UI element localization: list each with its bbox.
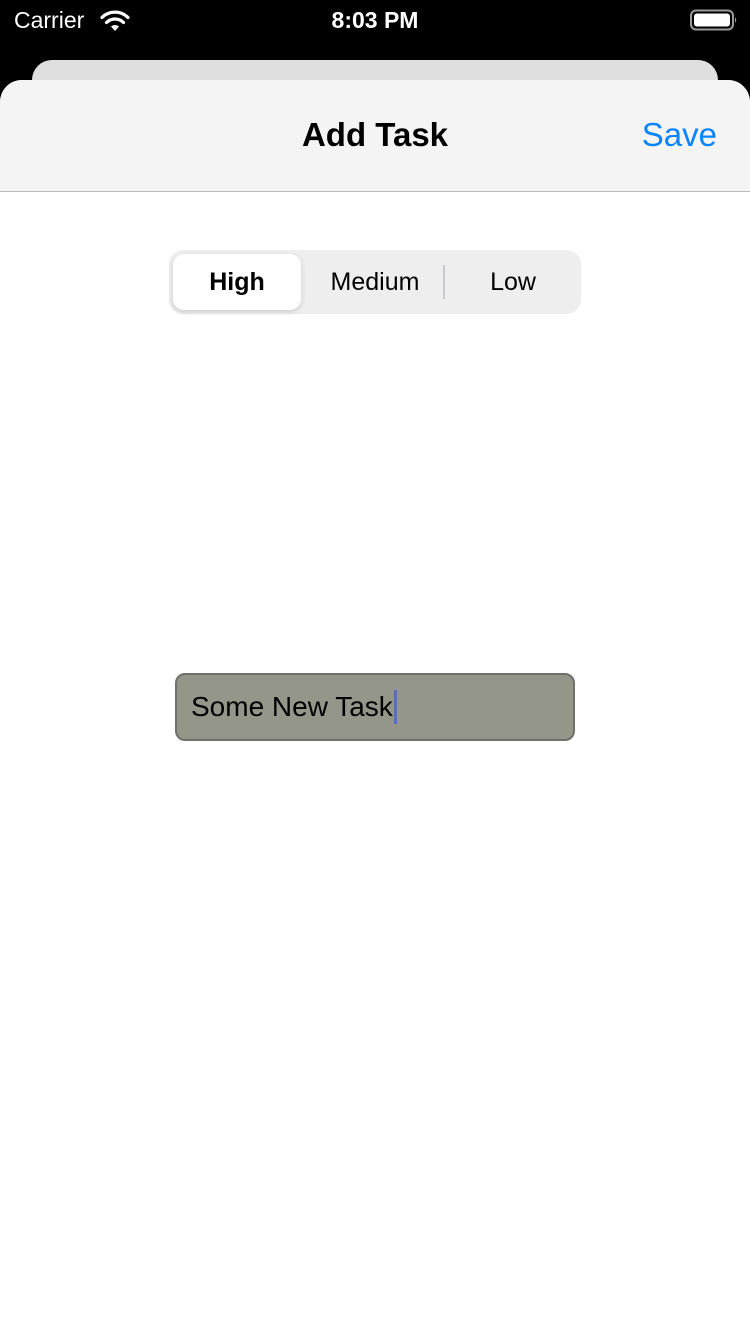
- task-name-field[interactable]: Some New Task: [175, 673, 575, 741]
- segment-low[interactable]: Low: [449, 254, 577, 310]
- segment-high[interactable]: High: [173, 254, 301, 310]
- segment-divider: [443, 265, 445, 299]
- status-bar: Carrier 8:03 PM: [0, 0, 750, 42]
- clock: 8:03 PM: [331, 7, 419, 33]
- navigation-bar: Add Task Save: [0, 80, 750, 192]
- save-button[interactable]: Save: [642, 116, 717, 154]
- priority-segmented-control[interactable]: High Medium Low: [169, 250, 581, 314]
- task-name-value: Some New Task: [191, 691, 393, 722]
- page-title: Add Task: [301, 116, 449, 153]
- add-task-sheet: Add Task Save High Medium Low Some New T…: [0, 80, 750, 1334]
- battery-icon: [690, 9, 737, 31]
- text-cursor: [393, 690, 397, 724]
- segment-medium[interactable]: Medium: [311, 254, 439, 310]
